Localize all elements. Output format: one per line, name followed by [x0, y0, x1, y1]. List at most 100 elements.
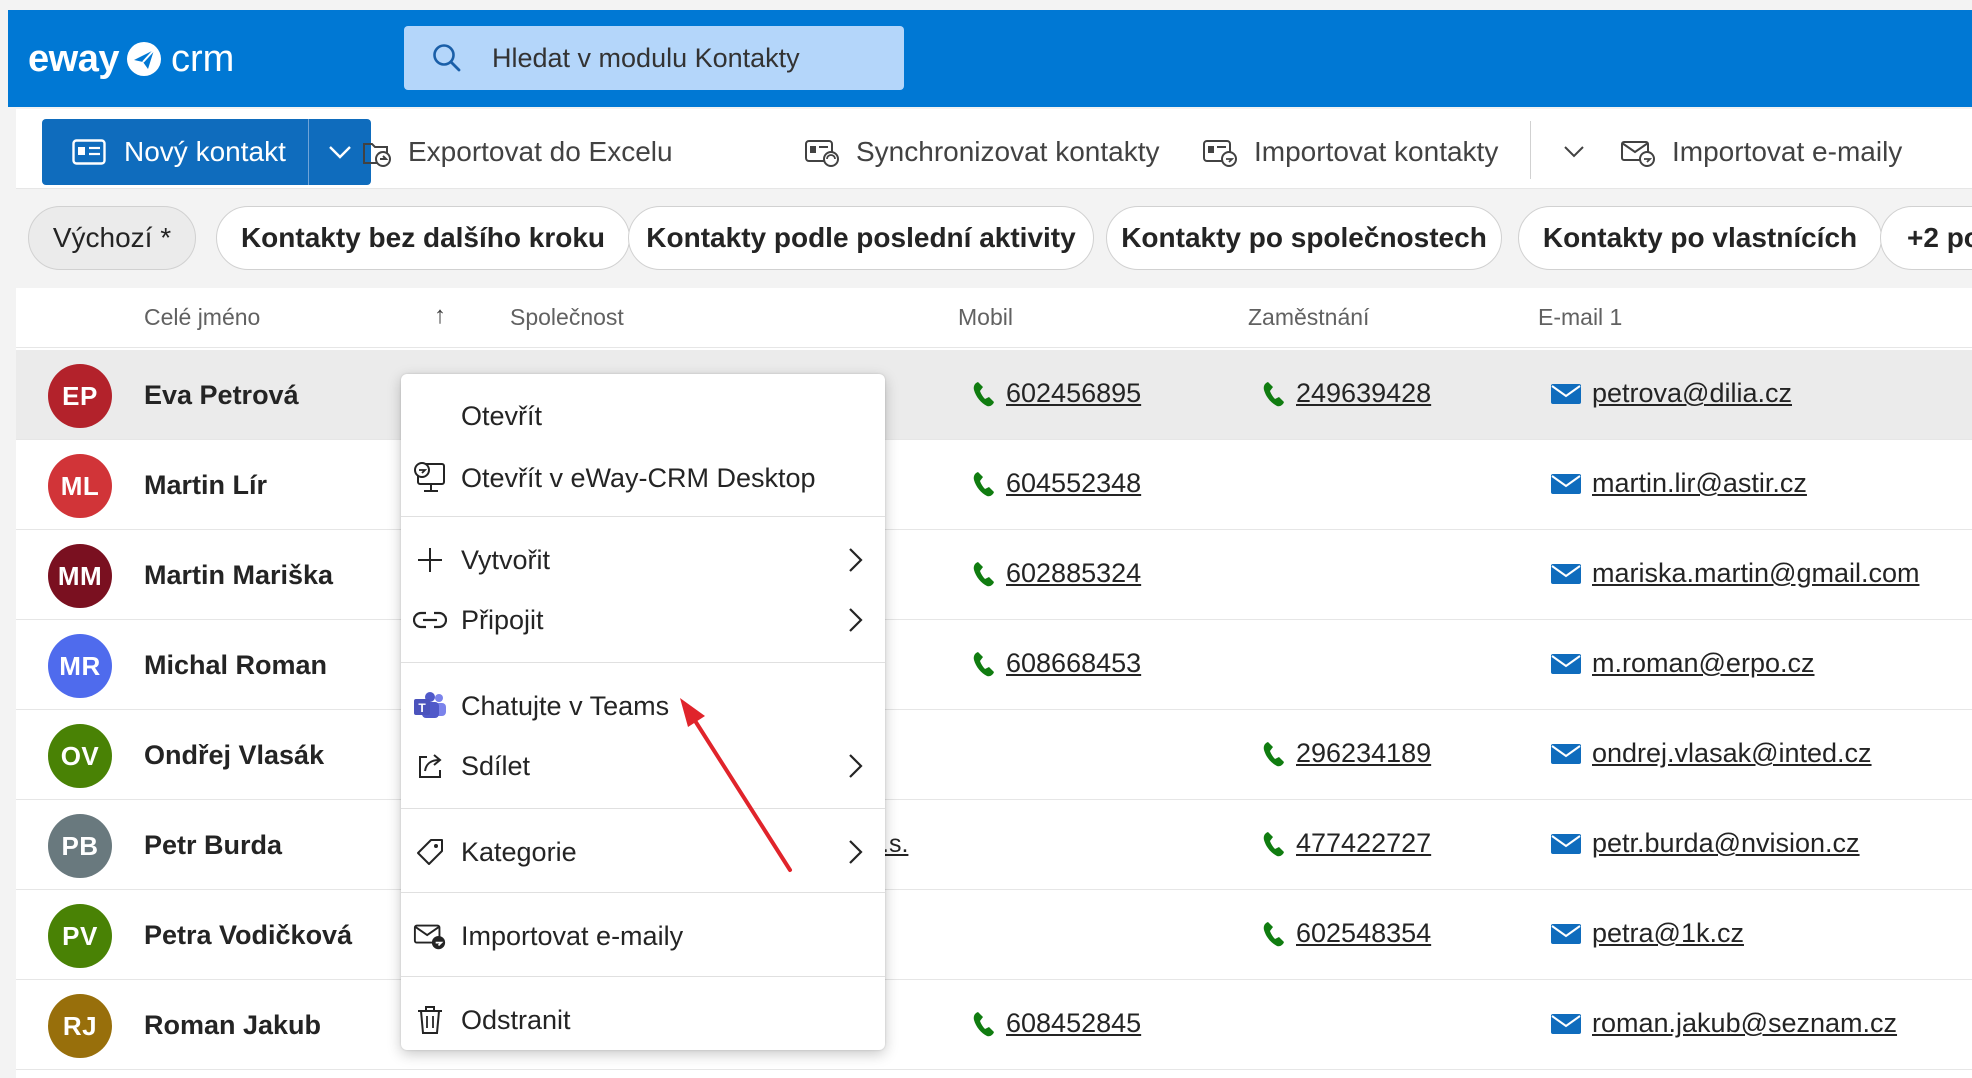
work-phone-link[interactable]: 249639428	[1262, 378, 1431, 409]
menu-item-open-desktop[interactable]: Otevřít v eWay-CRM Desktop	[401, 448, 885, 508]
phone-icon	[973, 561, 994, 586]
import-contacts-button[interactable]: Importovat kontakty	[1202, 119, 1498, 185]
menu-item-delete[interactable]: Odstranit	[401, 990, 885, 1050]
table-row[interactable]: MM Martin Mariška 602885324 mariska.martin@…	[16, 530, 1972, 620]
email-link[interactable]: ondrej.vlasak@inted.cz	[1550, 738, 1872, 769]
column-header-mobile[interactable]: Mobil	[958, 304, 1013, 331]
contact-name[interactable]: Petr Burda	[144, 830, 282, 861]
search-placeholder: Hledat v modulu Kontakty	[492, 42, 800, 73]
mobile-number: 604552348	[1006, 468, 1142, 498]
mail-icon	[1551, 833, 1581, 854]
mobile-phone-link[interactable]: 608668453	[972, 648, 1141, 679]
view-pill-no-next-step[interactable]: Kontakty bez dalšího kroku	[216, 206, 630, 270]
import-emails-icon	[1621, 141, 1655, 167]
avatar: ML	[48, 454, 112, 518]
mail-icon	[1551, 383, 1581, 404]
toolbar-divider	[1530, 121, 1531, 179]
table-row[interactable]: RJ Roman Jakub 608452845 roman.jakub@seznam…	[16, 980, 1972, 1070]
search-input[interactable]: Hledat v modulu Kontakty	[404, 26, 904, 90]
email-address: martin.lir@astir.cz	[1592, 468, 1807, 498]
mail-icon	[1551, 653, 1581, 674]
mobile-number: 608452845	[1006, 1008, 1142, 1038]
chevron-right-icon	[849, 548, 863, 572]
email-address: petrova@dilia.cz	[1592, 378, 1792, 408]
contact-name[interactable]: Roman Jakub	[144, 1010, 321, 1041]
contact-name[interactable]: Martin Lír	[144, 470, 267, 501]
mobile-phone-link[interactable]: 602885324	[972, 558, 1141, 589]
import-emails-button[interactable]: Importovat e-maily	[1620, 119, 1902, 185]
email-link[interactable]: petr.burda@nvision.cz	[1550, 828, 1860, 859]
menu-separator	[401, 976, 885, 977]
menu-item-create[interactable]: Vytvořit	[401, 530, 885, 590]
table-row[interactable]: ML Martin Lír 604552348 martin.lir@astir.cz	[16, 440, 1972, 530]
new-contact-button[interactable]: Nový kontakt	[42, 119, 309, 185]
contact-name[interactable]: Petra Vodičková	[144, 920, 352, 951]
view-pill-by-company[interactable]: Kontakty po společnostech	[1106, 206, 1502, 270]
view-pill-more[interactable]: +2 po	[1880, 206, 1972, 270]
desktop-app-icon	[413, 461, 447, 495]
work-phone-link[interactable]: 602548354	[1262, 918, 1431, 949]
table-row[interactable]: OV Ondřej Vlasák 296234189 ondrej.vlasak@in…	[16, 710, 1972, 800]
sync-contacts-label: Synchronizovat kontakty	[856, 136, 1160, 167]
email-address: ondrej.vlasak@inted.cz	[1592, 738, 1872, 768]
sync-contacts-button[interactable]: Synchronizovat kontakty	[804, 119, 1160, 185]
mobile-phone-link[interactable]: 602456895	[972, 378, 1141, 409]
export-excel-label: Exportovat do Excelu	[408, 136, 673, 167]
menu-separator	[401, 892, 885, 893]
email-link[interactable]: petrova@dilia.cz	[1550, 378, 1792, 409]
view-pill-default[interactable]: Výchozí *	[28, 206, 196, 270]
table-row[interactable]: PB Petr Burda .s. 477422727 petr.burda@nvisi…	[16, 800, 1972, 890]
table-row[interactable]: EP Eva Petrová 602456895 249639428 petrova@d…	[16, 350, 1972, 440]
email-link[interactable]: petra@1k.cz	[1550, 918, 1744, 949]
avatar: EP	[48, 364, 112, 428]
chevron-right-icon	[849, 754, 863, 778]
import-contacts-label: Importovat kontakty	[1254, 136, 1499, 167]
sort-ascending-icon[interactable]: ↑	[434, 302, 446, 330]
table-row[interactable]: MR Michal Roman 608668453 m.roman@erpo.cz	[16, 620, 1972, 710]
svg-text:T: T	[418, 701, 426, 715]
menu-item-teams-chat[interactable]: T Chatujte v Teams	[401, 676, 885, 736]
work-phone-link[interactable]: 477422727	[1262, 828, 1431, 859]
view-pill-last-activity[interactable]: Kontakty podle poslední aktivity	[628, 206, 1094, 270]
column-header-full-name[interactable]: Celé jméno	[144, 304, 260, 331]
export-excel-button[interactable]: Exportovat do Excelu	[360, 119, 673, 185]
contact-name[interactable]: Eva Petrová	[144, 380, 299, 411]
plus-icon	[413, 543, 447, 577]
column-header-work[interactable]: Zaměstnání	[1248, 304, 1369, 331]
menu-item-category[interactable]: Kategorie	[401, 822, 885, 882]
import-email-icon	[413, 919, 447, 953]
email-link[interactable]: m.roman@erpo.cz	[1550, 648, 1814, 679]
logo-crm-text: crm	[170, 37, 235, 80]
contacts-grid: Celé jméno ↑ Společnost Mobil Zaměstnání…	[16, 288, 1972, 1078]
email-link[interactable]: martin.lir@astir.cz	[1550, 468, 1807, 499]
view-pill-by-owner[interactable]: Kontakty po vlastnících	[1518, 206, 1882, 270]
contact-name[interactable]: Michal Roman	[144, 650, 327, 681]
mobile-phone-link[interactable]: 608452845	[972, 1008, 1141, 1039]
contact-name[interactable]: Martin Mariška	[144, 560, 333, 591]
mobile-phone-link[interactable]: 604552348	[972, 468, 1141, 499]
mail-icon	[1551, 1013, 1581, 1034]
mail-icon	[1551, 923, 1581, 944]
email-link[interactable]: mariska.martin@gmail.com	[1550, 558, 1919, 589]
menu-item-share[interactable]: Sdílet	[401, 736, 885, 796]
email-link[interactable]: roman.jakub@seznam.cz	[1550, 1008, 1897, 1039]
contact-name[interactable]: Ondřej Vlasák	[144, 740, 324, 771]
email-address: m.roman@erpo.cz	[1592, 648, 1815, 678]
column-header-company[interactable]: Společnost	[510, 304, 624, 331]
menu-item-import-emails[interactable]: Importovat e-maily	[401, 906, 885, 966]
contact-card-icon	[72, 139, 106, 165]
table-row[interactable]: PV Petra Vodičková 602548354 petra@1k.cz	[16, 890, 1972, 980]
work-number: 477422727	[1296, 828, 1432, 858]
toolbar-more-button[interactable]	[1554, 119, 1594, 185]
menu-separator	[401, 662, 885, 663]
eway-crm-logo[interactable]: eway crm	[28, 36, 234, 82]
menu-item-connect[interactable]: Připojit	[401, 590, 885, 650]
company-link[interactable]: .s.	[882, 830, 908, 859]
work-phone-link[interactable]: 296234189	[1262, 738, 1431, 769]
menu-item-delete-label: Odstranit	[461, 1004, 571, 1035]
column-header-email[interactable]: E-mail 1	[1538, 304, 1622, 331]
menu-item-open[interactable]: Otevřít	[401, 386, 885, 446]
export-excel-icon	[363, 143, 391, 167]
menu-item-open-label: Otevřít	[461, 400, 543, 431]
new-contact-label: Nový kontakt	[124, 136, 286, 167]
